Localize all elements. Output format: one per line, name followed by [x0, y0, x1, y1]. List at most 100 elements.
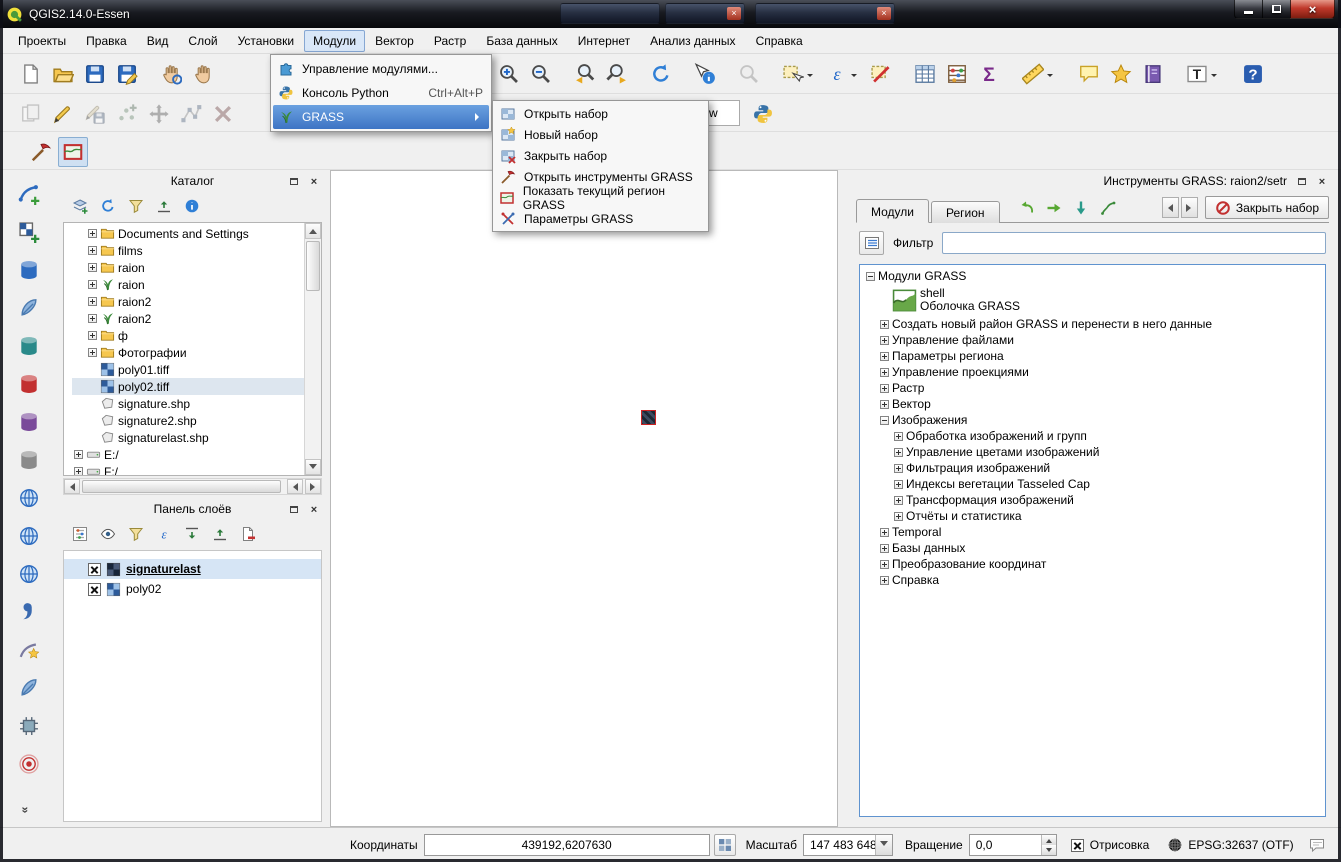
grass-submenu-item[interactable]: Открыть набор	[495, 103, 706, 124]
panel-toolbar-button[interactable]	[152, 195, 175, 218]
tree-expander[interactable]	[880, 576, 889, 585]
tree-expander[interactable]	[894, 480, 903, 489]
toolbar-button[interactable]	[602, 59, 632, 89]
browser-panel-header[interactable]: Каталог ×	[58, 170, 327, 192]
combo-arrow-icon[interactable]	[875, 835, 892, 855]
tree-expander[interactable]	[894, 432, 903, 441]
toolbar-button[interactable]	[208, 99, 238, 129]
float-panel-button[interactable]	[1294, 174, 1310, 189]
menu-bar-item[interactable]: Вид	[137, 29, 179, 53]
grass-shell-item[interactable]: shell Оболочка GRASS	[864, 284, 1321, 316]
menu-bar-item[interactable]: Растр	[424, 29, 476, 53]
grass-submenu-item[interactable]: Закрыть набор	[495, 145, 706, 166]
grass-toolbar-button[interactable]	[1097, 197, 1119, 219]
panel-toolbar-button[interactable]	[124, 523, 147, 546]
menu-bar-item[interactable]: Интернет	[568, 29, 640, 53]
toolbar-button[interactable]	[15, 750, 43, 777]
toolbar-button[interactable]	[526, 59, 556, 89]
toolbar-button[interactable]	[690, 59, 720, 89]
toolbar-button[interactable]	[974, 59, 1004, 89]
toolbar-overflow-chevron-icon[interactable]: »	[18, 807, 32, 814]
scale-combobox[interactable]: 147 483 648	[803, 834, 893, 856]
tree-expander[interactable]	[880, 400, 889, 409]
browser-tree-item[interactable]: poly01.tiff	[72, 361, 304, 378]
grass-tree-item[interactable]: Параметры региона	[864, 348, 1321, 364]
tree-expander[interactable]	[88, 229, 97, 238]
grass-tree-item[interactable]: Фильтрация изображений	[864, 460, 1321, 476]
panel-toolbar-button[interactable]	[180, 523, 203, 546]
grass-tree-item[interactable]: Вектор	[864, 396, 1321, 412]
layer-visibility-checkbox[interactable]	[88, 563, 101, 576]
toolbar-button[interactable]	[910, 59, 940, 89]
messages-icon[interactable]	[1309, 837, 1325, 853]
close-panel-button[interactable]: ×	[306, 502, 322, 517]
menu-bar-item[interactable]: Правка	[76, 29, 137, 53]
spin-up-button[interactable]	[1042, 835, 1056, 845]
tree-expander[interactable]	[894, 512, 903, 521]
toolbar-button[interactable]	[1238, 59, 1268, 89]
toolbar-button[interactable]	[80, 99, 110, 129]
tree-expander[interactable]	[74, 467, 83, 476]
toolbar-button[interactable]	[15, 256, 43, 283]
toolbar-button[interactable]	[15, 674, 43, 701]
grass-toolbar-button[interactable]	[1043, 197, 1065, 219]
grass-tab[interactable]: Регион	[931, 201, 1000, 223]
toolbar-button[interactable]	[15, 180, 43, 207]
browser-tree-item[interactable]: Documents and Settings	[72, 225, 304, 242]
menu-bar-item[interactable]: Проекты	[8, 29, 76, 53]
tree-expander[interactable]	[880, 560, 889, 569]
close-panel-button[interactable]: ×	[306, 174, 322, 189]
tab-scroll-right-button[interactable]	[1181, 197, 1198, 218]
toolbar-button[interactable]	[16, 99, 46, 129]
toolbar-button[interactable]	[15, 294, 43, 321]
toolbar-button[interactable]	[15, 218, 43, 245]
module-list-toggle-button[interactable]	[859, 231, 884, 255]
float-panel-button[interactable]	[286, 502, 302, 517]
toolbar-button[interactable]	[58, 137, 88, 167]
toolbar-button[interactable]	[570, 59, 600, 89]
toolbar-button[interactable]	[156, 59, 186, 89]
layer-visibility-checkbox[interactable]	[88, 583, 101, 596]
browser-tree-item[interactable]: raion	[72, 259, 304, 276]
horizontal-scrollbar[interactable]	[63, 478, 322, 495]
grass-tree-item[interactable]: Обработка изображений и групп	[864, 428, 1321, 444]
toolbar-button[interactable]	[15, 712, 43, 739]
tree-expander[interactable]	[880, 544, 889, 553]
grass-tree-item[interactable]: Растр	[864, 380, 1321, 396]
scroll-up-button[interactable]	[305, 223, 321, 239]
toolbar-button[interactable]	[26, 137, 56, 167]
toolbar-button[interactable]	[112, 99, 142, 129]
plugins-menu-item[interactable]: Управление модулями...	[273, 57, 489, 81]
tree-expander[interactable]	[88, 246, 97, 255]
toolbar-button[interactable]	[112, 59, 142, 89]
grass-panel-header[interactable]: Инструменты GRASS: raion2/setr ×	[850, 170, 1335, 192]
coordinate-display-toggle-button[interactable]	[714, 834, 736, 856]
tree-expander[interactable]	[88, 263, 97, 272]
browser-tree-item[interactable]: E:/	[72, 446, 304, 463]
browser-tree-item[interactable]: F:/	[72, 463, 304, 476]
tree-expander[interactable]	[880, 368, 889, 377]
panel-toolbar-button[interactable]	[68, 523, 91, 546]
tree-expander[interactable]	[894, 496, 903, 505]
toolbar-button[interactable]	[734, 59, 764, 89]
toolbar-button[interactable]	[1018, 59, 1060, 89]
tree-expander[interactable]	[894, 464, 903, 473]
toolbar-button[interactable]	[942, 59, 972, 89]
panel-toolbar-button[interactable]	[124, 195, 147, 218]
grass-toolbar-button[interactable]	[1070, 197, 1092, 219]
toolbar-button[interactable]	[48, 99, 78, 129]
toolbar-button[interactable]	[748, 99, 778, 129]
map-canvas[interactable]	[330, 170, 838, 827]
panel-toolbar-button[interactable]	[96, 195, 119, 218]
panel-toolbar-button[interactable]	[152, 523, 175, 546]
toolbar-button[interactable]	[15, 332, 43, 359]
minimize-button[interactable]	[1234, 0, 1263, 19]
toolbar-button[interactable]	[48, 59, 78, 89]
browser-tree-item[interactable]: raion	[72, 276, 304, 293]
coordinates-input[interactable]	[424, 834, 710, 856]
toolbar-button[interactable]	[15, 484, 43, 511]
grass-tab[interactable]: Модули	[856, 199, 929, 223]
browser-tree-item[interactable]: signaturelast.shp	[72, 429, 304, 446]
scroll-down-button[interactable]	[305, 459, 321, 475]
browser-tree-item[interactable]: raion2	[72, 310, 304, 327]
